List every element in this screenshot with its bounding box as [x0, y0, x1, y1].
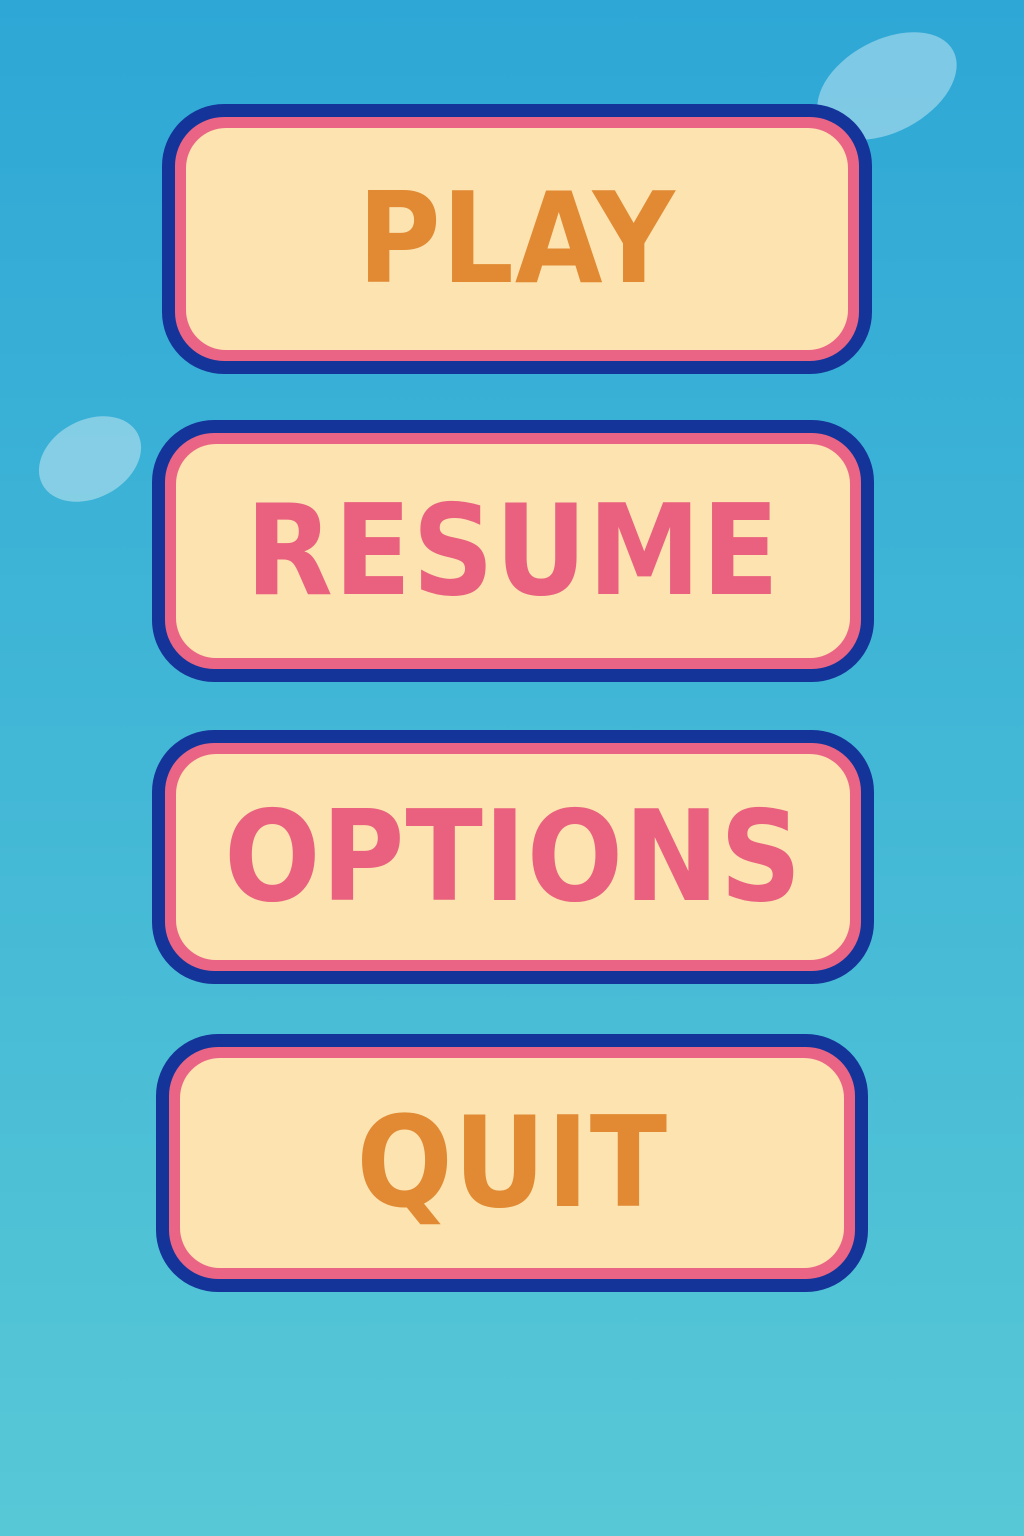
- play-button-face: PLAY: [186, 128, 848, 350]
- options-button-label: OPTIONS: [223, 783, 803, 930]
- quit-button-face: QUIT: [180, 1058, 844, 1268]
- quit-button[interactable]: QUIT: [156, 1034, 868, 1292]
- resume-button-face: RESUME: [176, 444, 850, 658]
- resume-button-label: RESUME: [245, 477, 781, 624]
- quit-button-label: QUIT: [356, 1089, 668, 1236]
- options-button-face: OPTIONS: [176, 754, 850, 960]
- play-button-label: PLAY: [357, 165, 677, 312]
- decorative-bubble: [24, 399, 156, 519]
- resume-button[interactable]: RESUME: [152, 420, 874, 682]
- options-button[interactable]: OPTIONS: [152, 730, 874, 984]
- play-button[interactable]: PLAY: [162, 104, 872, 374]
